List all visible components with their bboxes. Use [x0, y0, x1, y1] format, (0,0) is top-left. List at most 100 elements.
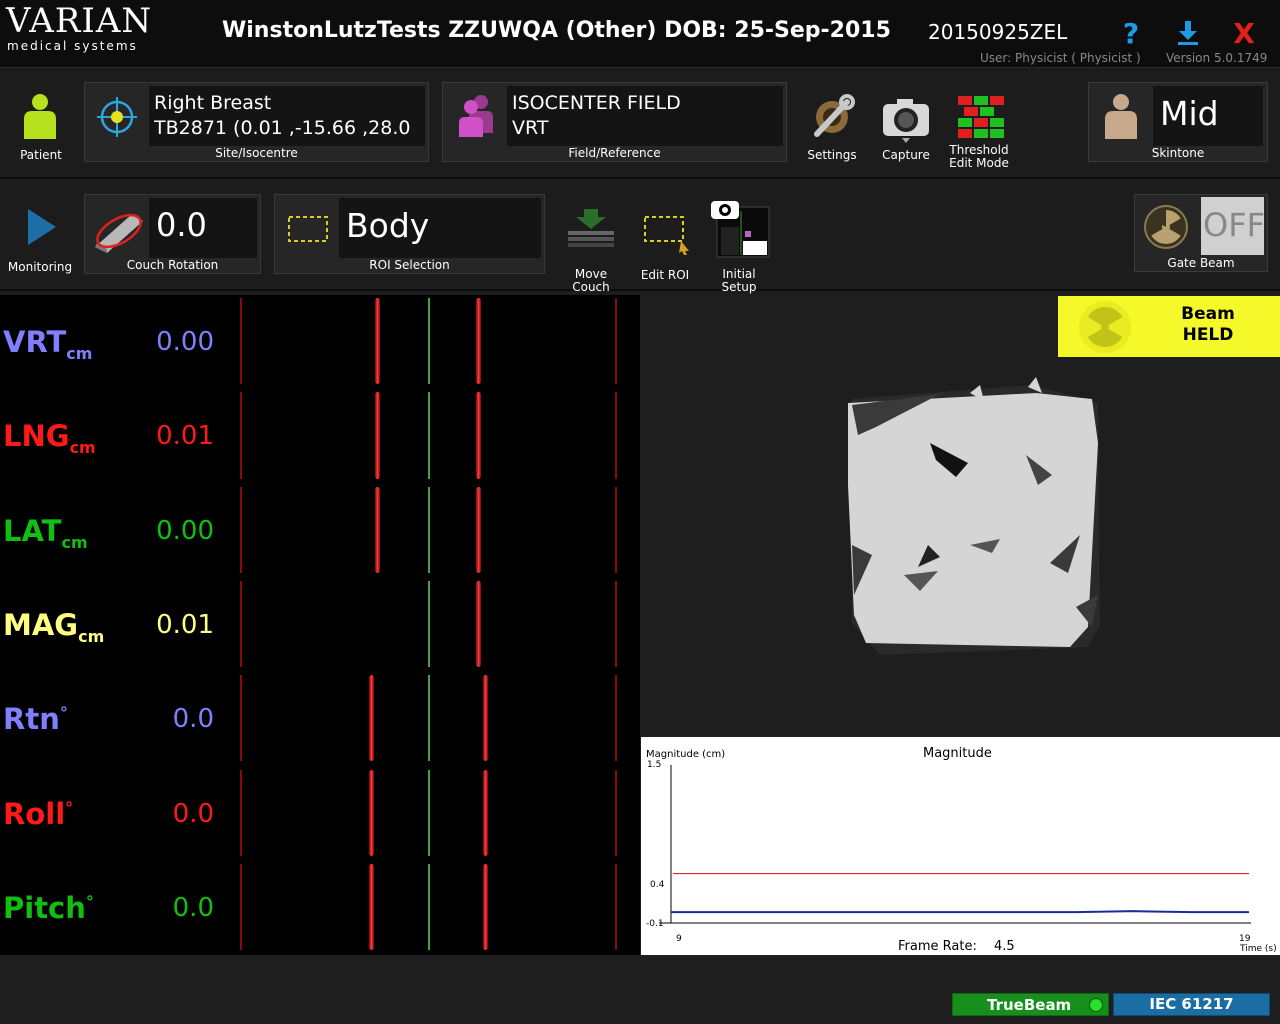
close-icon: X [1233, 16, 1255, 50]
threshold-line-left [240, 392, 242, 479]
metric-row-roll: Roll° 0.0 [0, 767, 640, 861]
deviation-bar [369, 863, 374, 951]
capture-button[interactable]: Capture [874, 79, 938, 169]
couch-rotation-value: 0.0 [156, 206, 207, 244]
threshold-line-left [240, 769, 242, 856]
metric-value: 0.00 [156, 515, 214, 546]
camera-icon [883, 99, 929, 143]
truebeam-status: TrueBeam [952, 993, 1109, 1016]
roi-rect-icon [288, 216, 328, 242]
graph-ylabel: Magnitude (cm) [646, 749, 725, 760]
roi-label: ROI Selection [369, 258, 450, 272]
field-field: ISOCENTER FIELD VRT [507, 86, 783, 146]
deviation-bar [483, 863, 488, 951]
move-couch-icon [568, 209, 614, 247]
initial-setup-label-2: Setup [721, 280, 757, 294]
metric-row-rtn: Rtn° 0.0 [0, 672, 640, 766]
download-button[interactable] [1171, 16, 1205, 50]
zero-line [428, 580, 430, 668]
deviation-bar [375, 392, 380, 479]
threshold-line-right [615, 675, 617, 762]
close-button[interactable]: X [1227, 16, 1261, 50]
gate-label: Gate Beam [1167, 256, 1235, 270]
couch-rotation-label: Couch Rotation [126, 258, 219, 272]
deviation-bar [375, 486, 380, 573]
zero-line [428, 298, 430, 385]
couch-rotation-button[interactable]: 0.0 Couch Rotation [84, 194, 261, 274]
deviation-bar [476, 298, 481, 385]
monitoring-button[interactable]: Monitoring [4, 189, 76, 279]
threshold-label-2: Edit Mode [949, 156, 1009, 170]
metric-row-lat: LATcm 0.00 [0, 484, 640, 578]
beam-status-indicator: Beam HELD [1058, 296, 1280, 357]
edit-roi-label: Edit ROI [640, 268, 690, 282]
truebeam-label: TrueBeam [987, 996, 1072, 1014]
zero-line [428, 675, 430, 762]
play-icon [28, 209, 56, 245]
magnitude-series-line [671, 910, 1249, 914]
patient-id: 20150925ZEL [928, 20, 1068, 44]
magnitude-chart-svg: Magnitude (cm) Magnitude 1.5 0.4 -0.1 9 … [646, 746, 1277, 954]
truebeam-connection-light [1089, 998, 1103, 1012]
metric-row-vrt: VRTcm 0.00 [0, 295, 640, 389]
metric-value: 0.00 [156, 327, 214, 357]
threshold-line-left [240, 486, 242, 573]
threshold-line-right [615, 298, 617, 385]
initial-setup-button[interactable]: Initial Setup [706, 189, 772, 294]
metric-value: 0.01 [156, 421, 214, 452]
help-button[interactable]: ? [1114, 16, 1148, 50]
graph-xtick-end: 19 [1239, 934, 1251, 944]
roi-value: Body [346, 206, 430, 245]
field-reference-button[interactable]: ISOCENTER FIELD VRT Field/Reference [442, 82, 787, 162]
field-name: ISOCENTER FIELD [512, 92, 681, 114]
patient-icon [24, 94, 56, 139]
deviation-bar [483, 675, 488, 762]
site-field: Right Breast TB2871 (0.01 ,-15.66 ,28.0 [149, 86, 425, 146]
settings-button[interactable]: Settings [800, 79, 864, 169]
metric-row-lng: LNGcm 0.01 [0, 389, 640, 483]
move-couch-label-2: Couch [572, 280, 610, 294]
gate-toggle[interactable]: OFF [1201, 197, 1265, 255]
field-label: Field/Reference [568, 146, 661, 160]
patient-button[interactable]: Patient [6, 79, 76, 169]
threshold-line-right [615, 580, 617, 668]
threshold-line-left [240, 863, 242, 951]
threshold-edit-mode-button[interactable]: Threshold Edit Mode [944, 79, 1014, 174]
graph-marks [671, 873, 1249, 914]
skintone-value: Mid [1160, 94, 1219, 133]
zero-line [428, 486, 430, 573]
metric-value: 0.0 [172, 892, 214, 923]
gate-value: OFF [1203, 206, 1265, 244]
skintone-label: Skintone [1151, 146, 1205, 160]
site-isocentre-button[interactable]: Right Breast TB2871 (0.01 ,-15.66 ,28.0 … [84, 82, 429, 162]
edit-roi-button[interactable]: Edit ROI [634, 189, 696, 282]
iec-scale-indicator[interactable]: IEC 61217 [1113, 993, 1270, 1016]
skintone-button[interactable]: Mid Skintone [1088, 82, 1268, 162]
move-couch-button[interactable]: Move Couch [560, 189, 622, 294]
beam-status-line2: HELD [1182, 325, 1234, 345]
site-coords: TB2871 (0.01 ,-15.66 ,28.0 [154, 117, 411, 139]
varian-logo: VARIAN medical systems [6, 2, 156, 52]
site-label: Site/Isocentre [215, 146, 298, 160]
roi-selection-button[interactable]: Body ROI Selection [274, 194, 545, 274]
threshold-bars-icon [958, 96, 1004, 138]
threshold-line-right [615, 392, 617, 479]
threshold-line-right [615, 769, 617, 856]
gate-beam-button[interactable]: OFF Gate Beam [1134, 194, 1268, 272]
edit-roi-icon [644, 216, 689, 255]
field-ref: VRT [512, 117, 549, 139]
radiation-trefoil-icon [1079, 301, 1131, 353]
graph-title: Magnitude [923, 746, 992, 761]
deviation-panel: VRTcm 0.00 LNGcm 0.01 LATcm 0.00 MAGcm 0.01 Rtn°… [0, 295, 640, 955]
deviation-bar [369, 675, 374, 762]
deviation-bar [483, 769, 488, 856]
wrench-icon [814, 94, 855, 137]
toolbar-top: Patient Right Breast TB2871 (0.01 ,-15.6… [0, 69, 1280, 179]
site-name: Right Breast [154, 92, 272, 114]
beam-status-text: Beam HELD [1148, 304, 1268, 346]
threshold-line-left [240, 675, 242, 762]
graph-ytick-threshold: 0.4 [650, 880, 665, 890]
toolbar-bottom: Monitoring 0.0 Couch Rotation Body ROI S… [0, 181, 1280, 294]
metric-value: 0.01 [156, 609, 214, 640]
graph-ytick-max: 1.5 [647, 760, 661, 770]
